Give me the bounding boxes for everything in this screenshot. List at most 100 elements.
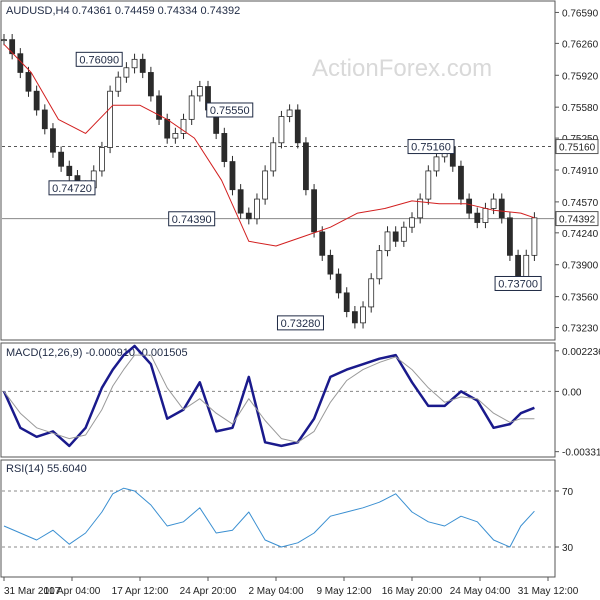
candle-body [123, 67, 130, 78]
chart-canvas: ActionForex.com AUDUSD,H4 0.74361 0.7445… [0, 0, 600, 597]
candle-body [196, 86, 203, 97]
y-tick-label: 0.00 [562, 387, 582, 398]
macd-title: MACD(12,26,9) -0.000910 -0.001505 [6, 347, 188, 359]
candle-body [66, 165, 73, 177]
candle-body [335, 273, 342, 294]
rsi-title: RSI(14) 55.6040 [6, 463, 87, 475]
x-tick-label: 17 Apr 12:00 [112, 586, 169, 597]
candle-body [498, 198, 505, 219]
candle-body [466, 198, 473, 214]
price-callout: 0.73280 [276, 315, 324, 331]
y-tick-label: 0.76590 [562, 8, 599, 19]
y-tick-label: 0.002236 [562, 347, 600, 358]
y-tick-label: -0.003316 [562, 448, 600, 459]
candle-body [392, 231, 399, 242]
candle-body [50, 128, 56, 153]
macd-panel-frame [0, 342, 556, 458]
candle-body [458, 165, 464, 200]
candle-body [400, 226, 407, 242]
candle-body [343, 292, 350, 313]
candle-body [490, 198, 497, 209]
y-tick-label: 0.73230 [562, 324, 599, 335]
header-symbol: AUDUSD,H4 [6, 5, 70, 17]
candle-body [384, 231, 391, 252]
candle-body [164, 118, 171, 139]
price-tag: 0.74392 [555, 211, 599, 227]
y-tick-label: 0.75920 [562, 71, 599, 82]
candle-body [25, 72, 32, 92]
y-tick-label: 0.73560 [562, 293, 599, 304]
x-tick-label: 31 May 12:00 [518, 586, 579, 597]
candle-body [286, 109, 293, 117]
candle-body [41, 109, 48, 130]
candle-body [303, 142, 309, 191]
watermark: ActionForex.com [312, 55, 492, 82]
x-tick-label: 16 May 20:00 [382, 586, 443, 597]
candle-body [33, 90, 40, 111]
candle-body [221, 133, 228, 162]
callout-label: 0.73280 [281, 318, 321, 330]
price-callout: 0.75550 [206, 102, 254, 118]
x-tick-label: 24 May 04:00 [450, 586, 511, 597]
x-tick-label: 10 Apr 04:00 [44, 586, 101, 597]
y-tick-label: 0.74910 [562, 166, 599, 177]
y-tick-label: 30 [562, 543, 574, 554]
candle-body [360, 306, 366, 324]
price-callout: 0.76090 [75, 51, 123, 67]
header-ohlc: 0.74361 0.74459 0.74334 0.74392 [72, 5, 240, 17]
candle-body [294, 109, 301, 144]
candle-body [327, 254, 334, 275]
candle-body [115, 76, 122, 92]
y-tick-label: 0.75580 [562, 103, 599, 114]
candle-body [245, 212, 252, 220]
candle-body [254, 198, 260, 220]
x-tick-label: 24 Apr 20:00 [180, 586, 237, 597]
candle-body [507, 217, 513, 256]
callout-label: 0.75160 [411, 142, 451, 154]
candle-body [188, 95, 195, 120]
x-tick-label: 2 May 04:00 [248, 586, 303, 597]
price-callout: 0.74390 [168, 211, 216, 227]
callout-label: 0.74720 [52, 183, 92, 195]
candle-body [433, 156, 440, 172]
price-tag-label: 0.74392 [559, 215, 596, 226]
candle-body [262, 170, 269, 200]
candle-body [278, 116, 285, 144]
candle-body [351, 311, 358, 324]
candle-body [237, 189, 244, 214]
candle-body [107, 90, 113, 148]
candle-body [319, 231, 326, 256]
y-tick-label: 0.74570 [562, 198, 599, 209]
price-callout: 0.74720 [48, 180, 96, 196]
candle-body [425, 170, 432, 200]
candle-body [131, 58, 138, 69]
candle-body [58, 151, 65, 167]
callout-label: 0.74390 [172, 214, 212, 226]
y-tick-label: 0.76260 [562, 39, 599, 50]
candle-body [229, 161, 236, 191]
candle-body [368, 278, 375, 308]
price-callout: 0.73700 [494, 275, 542, 291]
candle-body [311, 189, 317, 233]
candle-body [139, 58, 146, 73]
y-tick-label: 0.74240 [562, 229, 599, 240]
y-tick-label: 70 [562, 487, 574, 498]
candle-body [99, 147, 105, 172]
price-tag-label: 0.75160 [559, 143, 596, 154]
candle-body [270, 142, 277, 172]
callout-label: 0.75550 [210, 105, 250, 117]
callout-label: 0.76090 [79, 54, 119, 66]
candle-body [474, 212, 481, 223]
candle-body [409, 217, 415, 228]
rsi-panel-frame [0, 459, 556, 578]
y-tick-label: 0.73900 [562, 261, 599, 272]
price-tag: 0.75160 [555, 139, 599, 155]
candle-body [376, 250, 383, 280]
candle-body [1, 39, 7, 42]
x-tick-label: 9 May 12:00 [316, 586, 371, 597]
candle-body [531, 217, 538, 256]
callout-label: 0.73700 [498, 278, 538, 290]
candle-body [482, 208, 489, 223]
price-callout: 0.75160 [407, 139, 455, 155]
candle-body [147, 72, 154, 97]
